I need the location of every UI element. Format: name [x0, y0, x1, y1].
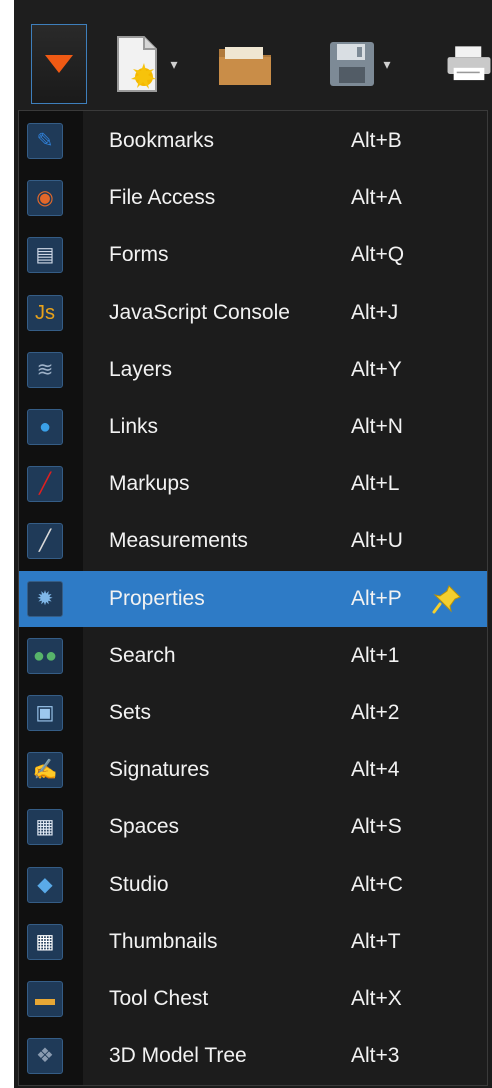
open-folder-button[interactable] — [210, 24, 280, 104]
floppy-disk-icon — [330, 42, 375, 86]
links-icon: ● — [27, 409, 63, 445]
file-access-icon: ◉ — [27, 180, 63, 217]
forms-icon: ▤ — [27, 237, 63, 274]
menu-item-shortcut: Alt+Y — [351, 357, 402, 381]
signatures-icon: ✍ — [27, 752, 63, 789]
measurements-icon: ╱ — [27, 523, 63, 560]
menu-item-sets[interactable]: ▣ Sets Alt+2 — [19, 685, 487, 741]
menu-item-tool-chest[interactable]: ▬ Tool Chest Alt+X — [19, 971, 487, 1027]
menu-item-shortcut: Alt+S — [351, 815, 402, 839]
menu-item-shortcut: Alt+X — [351, 987, 402, 1010]
menu-item-markups[interactable]: ╱ Markups Alt+L — [19, 456, 487, 512]
search-icon: ●● — [27, 637, 63, 674]
chevron-down-icon[interactable]: ▾ — [170, 56, 177, 73]
tool-chest-icon: ▬ — [27, 981, 63, 1017]
menu-item-links[interactable]: ● Links Alt+N — [19, 399, 487, 455]
properties-icon: ✹ — [27, 580, 63, 617]
main-menu-button[interactable] — [31, 24, 87, 104]
sets-icon: ▣ — [27, 695, 63, 731]
dropdown-menu: ✎ Bookmarks Alt+B ◉ File Access Alt+A ▤ Forms Al… — [18, 110, 488, 1086]
triangle-down-icon — [45, 55, 73, 73]
menu-item-spaces[interactable]: ▦ Spaces Alt+S — [19, 799, 487, 855]
chevron-down-icon[interactable]: ▾ — [383, 56, 390, 73]
menu-item-properties[interactable]: ✹ Properties Alt+P — [19, 570, 487, 627]
menu-item-label: Forms — [109, 243, 169, 267]
menu-item-label: JavaScript Console — [109, 300, 290, 324]
menu-item-label: Markups — [109, 472, 190, 496]
menu-item-shortcut: Alt+P — [351, 586, 402, 610]
menu-item-javascript-console[interactable]: Js JavaScript Console Alt+J — [19, 285, 487, 341]
print-button[interactable] — [446, 24, 492, 104]
menu-item-shortcut: Alt+J — [351, 300, 399, 324]
layers-icon: ≋ — [27, 351, 63, 388]
studio-icon: ◆ — [27, 866, 63, 903]
menu-item-shortcut: Alt+3 — [351, 1044, 400, 1068]
new-document-icon — [117, 36, 158, 92]
menu-item-shortcut: Alt+Q — [351, 243, 405, 267]
menu-item-label: Sets — [109, 701, 152, 724]
pin-icon[interactable] — [431, 583, 463, 615]
menu-item-label: Properties — [109, 586, 205, 610]
menu-item-label: File Access — [109, 186, 216, 210]
menu-item-label: Search — [109, 643, 176, 667]
javascript-icon: Js — [27, 294, 63, 331]
menu-item-measurements[interactable]: ╱ Measurements Alt+U — [19, 513, 487, 569]
menu-item-label: Thumbnails — [109, 929, 218, 953]
menu-item-shortcut: Alt+N — [351, 415, 403, 438]
menu-item-shortcut: Alt+T — [351, 929, 401, 953]
save-button[interactable]: ▾ — [314, 24, 404, 104]
menu-item-shortcut: Alt+A — [351, 186, 402, 210]
folder-icon — [219, 47, 271, 85]
menu-item-studio[interactable]: ◆ Studio Alt+C — [19, 857, 487, 913]
new-document-button[interactable]: ▾ — [100, 24, 190, 104]
menu-item-bookmarks[interactable]: ✎ Bookmarks Alt+B — [19, 113, 487, 169]
menu-item-shortcut: Alt+C — [351, 872, 403, 896]
menu-item-search[interactable]: ●● Search Alt+1 — [19, 628, 487, 684]
menu-item-thumbnails[interactable]: ▦ Thumbnails Alt+T — [19, 914, 487, 970]
menu-item-label: Links — [109, 415, 159, 438]
spaces-icon: ▦ — [27, 809, 63, 846]
menu-item-shortcut: Alt+1 — [351, 643, 400, 667]
toolbar: ▾ ▾ — [14, 0, 492, 110]
menu-item-label: Measurements — [109, 529, 248, 553]
menu-item-shortcut: Alt+L — [351, 472, 400, 496]
menu-item-label: Bookmarks — [109, 129, 215, 152]
menu-item-label: Spaces — [109, 815, 180, 839]
markups-icon: ╱ — [27, 466, 63, 503]
menu-item-label: Tool Chest — [109, 987, 209, 1010]
menu-item-shortcut: Alt+B — [351, 129, 402, 152]
thumbnails-icon: ▦ — [27, 923, 63, 960]
menu-item-shortcut: Alt+4 — [351, 758, 400, 782]
menu-item-label: Studio — [109, 872, 169, 896]
menu-item-3d-model-tree[interactable]: ❖ 3D Model Tree Alt+3 — [19, 1028, 487, 1084]
menu-item-shortcut: Alt+2 — [351, 701, 400, 724]
bookmark-icon: ✎ — [27, 123, 63, 159]
printer-icon — [447, 46, 491, 81]
menu-item-shortcut: Alt+U — [351, 529, 403, 553]
menu-item-label: Layers — [109, 357, 173, 381]
menu-item-signatures[interactable]: ✍ Signatures Alt+4 — [19, 742, 487, 798]
menu-item-layers[interactable]: ≋ Layers Alt+Y — [19, 342, 487, 398]
3d-model-tree-icon: ❖ — [27, 1038, 63, 1075]
menu-item-label: Signatures — [109, 758, 210, 782]
menu-item-file-access[interactable]: ◉ File Access Alt+A — [19, 170, 487, 226]
menu-item-label: 3D Model Tree — [109, 1044, 247, 1068]
menu-item-forms[interactable]: ▤ Forms Alt+Q — [19, 227, 487, 283]
